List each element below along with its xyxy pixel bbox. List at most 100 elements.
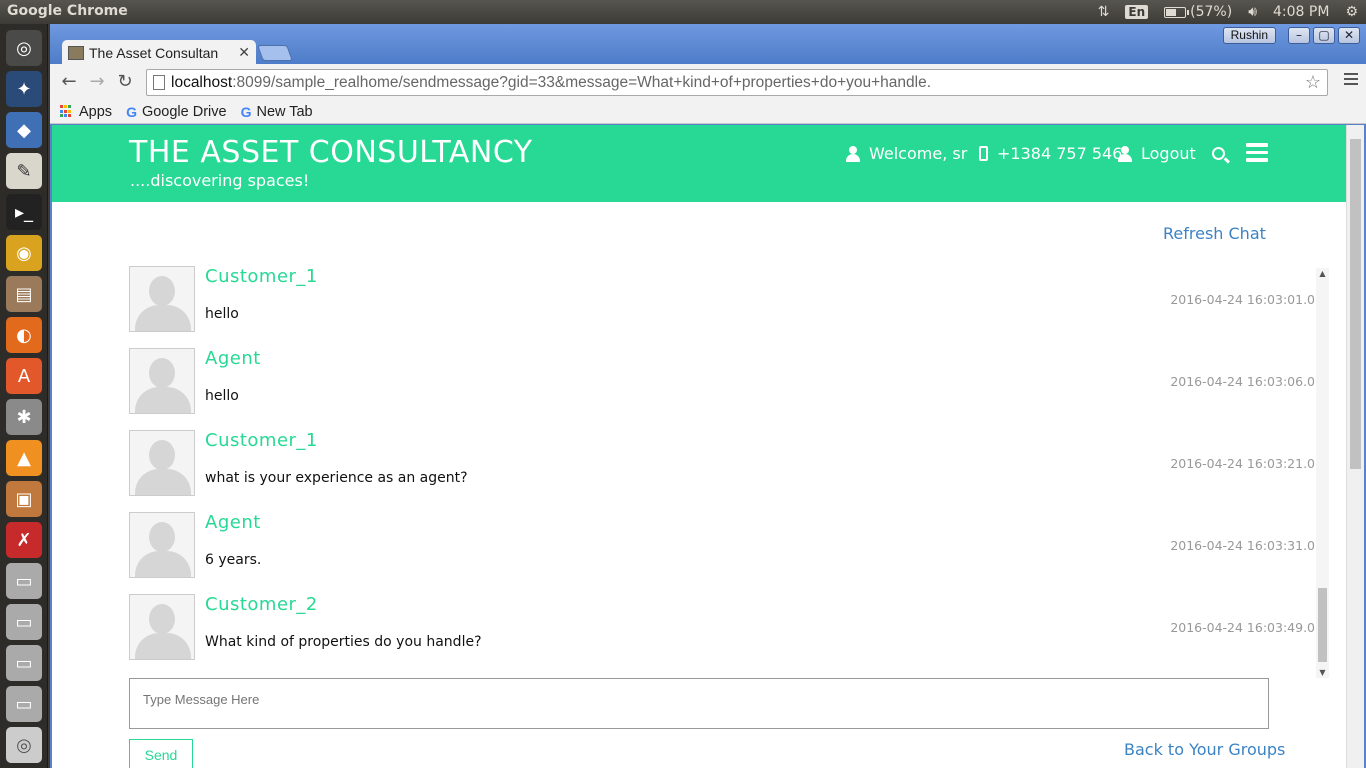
message-input[interactable] bbox=[129, 678, 1269, 729]
message-text: what is your experience as an agent? bbox=[205, 470, 468, 486]
hamburger-icon bbox=[1246, 143, 1268, 162]
network-tool-icon[interactable]: ✦ bbox=[6, 71, 42, 107]
avatar bbox=[129, 512, 195, 578]
drive-icon[interactable]: ▭ bbox=[6, 645, 42, 681]
active-app-title: Google Chrome bbox=[7, 3, 128, 19]
menu-button[interactable] bbox=[1246, 143, 1268, 162]
avatar bbox=[129, 430, 195, 496]
message-sender: Customer_1 bbox=[205, 430, 318, 451]
keyboard-layout[interactable]: En bbox=[1125, 5, 1149, 19]
drive-icon[interactable]: ▭ bbox=[6, 563, 42, 599]
vlc-icon[interactable]: ▲ bbox=[6, 440, 42, 476]
message-time: 2016-04-24 16:03:21.0 bbox=[1170, 456, 1315, 471]
clock[interactable]: 4:08 PM bbox=[1273, 4, 1329, 20]
send-button[interactable]: Send bbox=[129, 739, 193, 768]
text-editor-icon[interactable]: ✎ bbox=[6, 153, 42, 189]
avatar bbox=[129, 348, 195, 414]
system-tray: ⇅ En (57%) 🔊︎ 4:08 PM ⚙ bbox=[1090, 0, 1366, 24]
tab-title: The Asset Consultan bbox=[89, 45, 219, 61]
message-sender: Agent bbox=[205, 348, 261, 369]
page-icon bbox=[153, 75, 165, 90]
chat-message: Customer_1what is your experience as an … bbox=[129, 430, 1315, 496]
site-tagline: ....discovering spaces! bbox=[130, 171, 310, 190]
close-window-button[interactable]: ✕ bbox=[1338, 27, 1360, 44]
chrome-menu-icon[interactable] bbox=[1344, 73, 1358, 89]
cube-app-icon[interactable]: ◆ bbox=[6, 112, 42, 148]
message-sender: Customer_2 bbox=[205, 594, 318, 615]
bookmark-new-tab[interactable]: G New Tab bbox=[241, 104, 313, 120]
new-tab-button[interactable] bbox=[257, 45, 293, 61]
message-time: 2016-04-24 16:03:01.0 bbox=[1170, 292, 1315, 307]
dash-icon[interactable]: ◎ bbox=[6, 30, 42, 66]
avatar bbox=[129, 594, 195, 660]
app-icon[interactable]: ✗ bbox=[6, 522, 42, 558]
settings-icon[interactable]: ✱ bbox=[6, 399, 42, 435]
disc-icon[interactable]: ◎ bbox=[6, 727, 42, 763]
forward-arrow-icon[interactable]: → bbox=[86, 72, 108, 92]
chat-scroll-thumb[interactable] bbox=[1318, 588, 1327, 662]
profile-button[interactable]: Rushin bbox=[1222, 27, 1276, 44]
file-manager-icon[interactable]: ▤ bbox=[6, 276, 42, 312]
bookmark-star-icon[interactable]: ☆ bbox=[1305, 72, 1321, 93]
user-icon bbox=[846, 145, 860, 162]
back-to-groups-link[interactable]: Back to Your Groups bbox=[1124, 740, 1285, 759]
software-center-icon[interactable]: A bbox=[6, 358, 42, 394]
reload-icon[interactable]: ↻ bbox=[114, 72, 136, 92]
message-sender: Agent bbox=[205, 512, 261, 533]
phone-contact[interactable]: +1384 757 546 bbox=[979, 144, 1122, 163]
network-icon[interactable]: ⇅ bbox=[1098, 4, 1110, 20]
browser-tab[interactable]: The Asset Consultan ✕ bbox=[62, 40, 256, 66]
bookmark-google-drive[interactable]: G Google Drive bbox=[126, 104, 227, 120]
bookmark-apps[interactable]: Apps bbox=[60, 104, 112, 120]
close-tab-icon[interactable]: ✕ bbox=[238, 45, 250, 61]
chat-scrollbar[interactable]: ▲ ▼ bbox=[1316, 268, 1329, 678]
message-time: 2016-04-24 16:03:49.0 bbox=[1170, 620, 1315, 635]
chat-message: Agent 6 years. 2016-04-24 16:03:31.0 bbox=[129, 512, 1315, 578]
volume-icon[interactable]: 🔊︎ bbox=[1248, 4, 1257, 20]
address-bar[interactable]: localhost:8099/sample_realhome/sendmessa… bbox=[146, 69, 1328, 96]
welcome-user[interactable]: Welcome, sr bbox=[846, 144, 967, 163]
back-arrow-icon[interactable]: ← bbox=[58, 72, 80, 92]
chat-messages: Customer_1 hello 2016-04-24 16:03:01.0 Agen… bbox=[129, 266, 1315, 678]
drive-icon[interactable]: ▭ bbox=[6, 686, 42, 722]
page-scroll-thumb[interactable] bbox=[1350, 139, 1361, 469]
chrome-icon[interactable]: ◉ bbox=[6, 235, 42, 271]
bookmark-label: Google Drive bbox=[141, 103, 227, 120]
browser-toolbar: ← → ↻ localhost:8099/sample_realhome/sen… bbox=[50, 64, 1366, 100]
favicon-icon bbox=[68, 46, 84, 60]
site-brand[interactable]: THE ASSET CONSULTANCY bbox=[129, 135, 533, 170]
tab-strip: The Asset Consultan ✕ Rushin – ▢ ✕ bbox=[50, 24, 1366, 66]
archive-icon[interactable]: ▣ bbox=[6, 481, 42, 517]
message-text: hello bbox=[205, 306, 239, 322]
chat-message: Customer_1 hello 2016-04-24 16:03:01.0 bbox=[129, 266, 1315, 332]
logout-link[interactable]: Logout bbox=[1118, 144, 1196, 163]
search-button[interactable] bbox=[1212, 147, 1225, 160]
bookmark-label: Apps bbox=[79, 103, 113, 120]
apps-grid-icon bbox=[60, 105, 73, 118]
bookmarks-bar: Apps G Google Drive G New Tab bbox=[50, 100, 1366, 124]
battery-indicator[interactable]: (57%) bbox=[1164, 4, 1232, 20]
terminal-icon[interactable]: ▸_ bbox=[6, 194, 42, 230]
message-time: 2016-04-24 16:03:31.0 bbox=[1170, 538, 1315, 553]
gear-icon[interactable]: ⚙ bbox=[1345, 4, 1358, 20]
launcher: ◎ ✦ ◆ ✎ ▸_ ◉ ▤ ◐ A ✱ ▲ ▣ ✗ ▭ ▭ ▭ ▭ ◎ bbox=[0, 24, 48, 768]
message-text: What kind of properties do you handle? bbox=[205, 634, 482, 650]
firefox-icon[interactable]: ◐ bbox=[6, 317, 42, 353]
top-panel: Google Chrome ⇅ En (57%) 🔊︎ 4:08 PM ⚙ bbox=[0, 0, 1366, 24]
avatar bbox=[129, 266, 195, 332]
search-icon bbox=[1212, 147, 1225, 160]
welcome-text: Welcome, sr bbox=[869, 144, 968, 163]
maximize-button[interactable]: ▢ bbox=[1313, 27, 1335, 44]
message-text: hello bbox=[205, 388, 239, 404]
drive-icon[interactable]: ▭ bbox=[6, 604, 42, 640]
chat-message: Agent hello 2016-04-24 16:03:06.0 bbox=[129, 348, 1315, 414]
message-text: 6 years. bbox=[205, 552, 262, 568]
bookmark-label: New Tab bbox=[256, 103, 313, 120]
site-header: THE ASSET CONSULTANCY ....discovering sp… bbox=[52, 125, 1346, 202]
page-scrollbar[interactable] bbox=[1346, 125, 1364, 768]
refresh-chat-link[interactable]: Refresh Chat bbox=[1163, 224, 1266, 243]
google-icon: G bbox=[126, 103, 137, 120]
minimize-button[interactable]: – bbox=[1288, 27, 1310, 44]
url-path: :8099/sample_realhome/sendmessage?gid=33… bbox=[232, 73, 932, 91]
logout-label: Logout bbox=[1141, 144, 1196, 163]
